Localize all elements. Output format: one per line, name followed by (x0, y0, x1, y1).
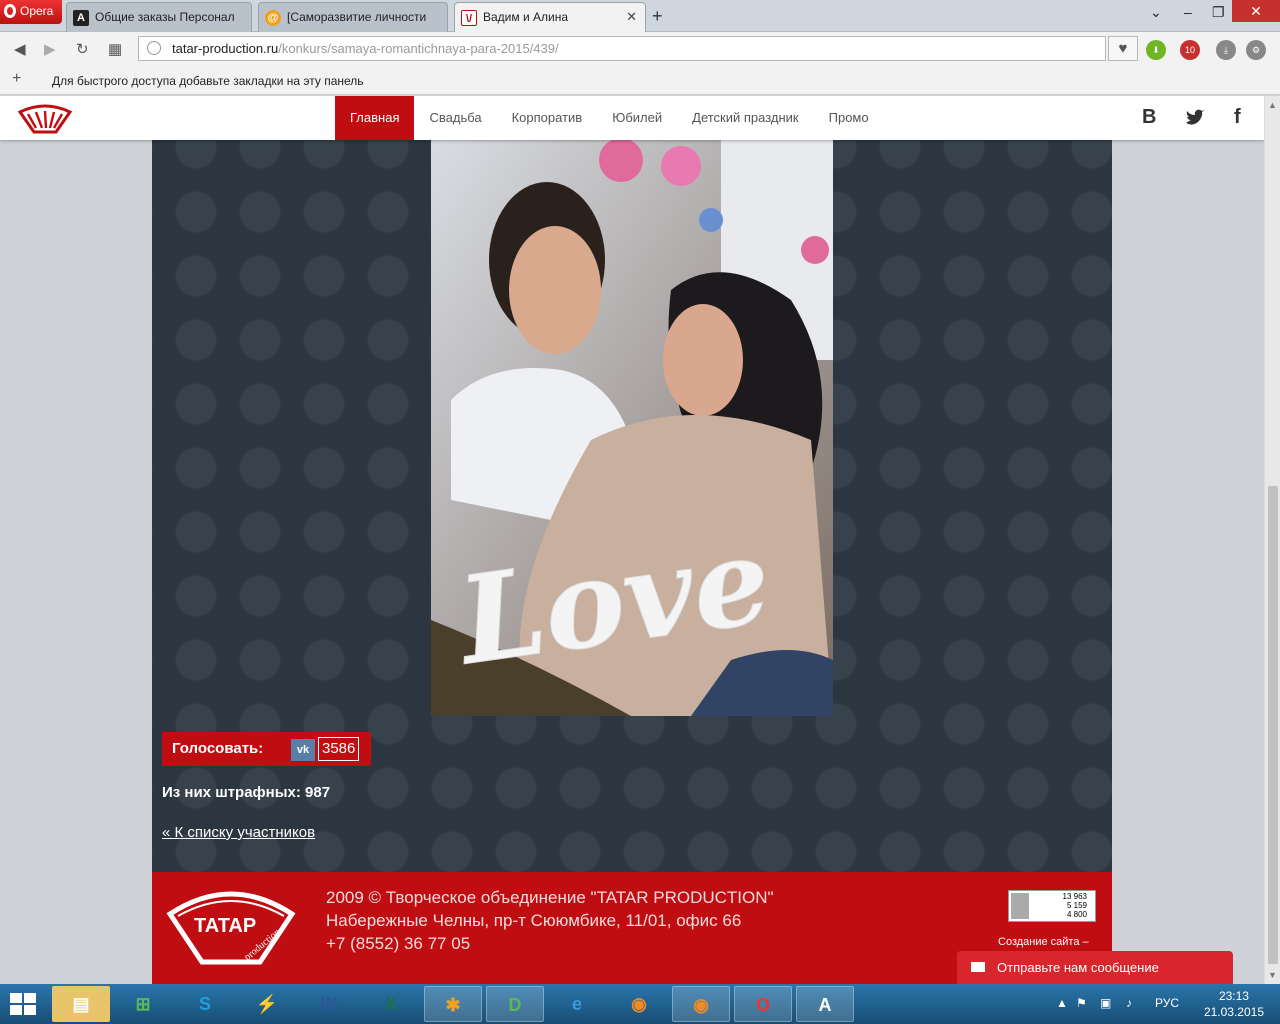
footer-logo[interactable]: TATAP production (164, 884, 298, 966)
footer-copyright: 2009 © Творческое объединение "TATAR PRO… (326, 888, 774, 907)
opera-menu-button[interactable]: Opera (0, 0, 62, 24)
close-tab-icon[interactable]: ✕ (626, 9, 637, 25)
vote-label: Голосовать: (172, 740, 264, 757)
vk-icon[interactable]: B (1142, 106, 1156, 129)
opera-taskbar-icon[interactable]: O (734, 986, 792, 1022)
app-a-icon[interactable]: A (796, 986, 854, 1022)
add-bookmark-icon[interactable]: + (12, 70, 21, 88)
opera-icon (4, 4, 16, 18)
send-message-label: Отправьте нам сообщение (997, 960, 1159, 975)
addons-icon[interactable]: ⚙ (1246, 40, 1266, 60)
scroll-up-icon[interactable]: ▲ (1268, 100, 1277, 110)
tab-favicon: A (73, 10, 89, 26)
penalty-votes: Из них штрафных: 987 (162, 784, 331, 801)
close-window-icon[interactable]: ✕ (1232, 0, 1280, 22)
tab-2[interactable]: @ [Саморазвитие личности (258, 2, 448, 32)
start-button[interactable] (10, 993, 38, 1017)
tab-favicon: \/ (461, 10, 477, 26)
adblock-icon[interactable]: 10 (1180, 40, 1200, 60)
word-icon[interactable]: W (300, 986, 358, 1022)
restore-icon[interactable]: ❐ (1212, 4, 1225, 21)
facebook-icon[interactable]: f (1234, 106, 1241, 129)
downloads-icon[interactable]: ⤓ (1216, 40, 1236, 60)
footer-phone: +7 (8552) 36 77 05 (326, 934, 471, 953)
new-tab-icon[interactable]: + (652, 6, 663, 27)
network-icon[interactable]: ▣ (1100, 996, 1111, 1010)
tab-active[interactable]: \/ Вадим и Алина ✕ (454, 2, 646, 32)
back-icon[interactable]: ◀ (14, 40, 26, 58)
avast-icon[interactable]: ✱ (424, 986, 482, 1022)
bookmarks-bar: + Для быстрого доступа добавьте закладки… (0, 66, 1280, 95)
counter-graph-icon (1011, 893, 1029, 919)
nav-corporate[interactable]: Корпоратив (497, 96, 598, 140)
scroll-thumb[interactable] (1268, 486, 1278, 964)
vote-box: Голосовать: vk 3586 (162, 732, 371, 766)
nav-jubilee[interactable]: Юбилей (597, 96, 677, 140)
windows-taskbar: ▤ ⊞ S ⚡ W X ✱ D e ◉ ◉ O A ▲ ⚑ ▣ ♪ РУС 23… (0, 984, 1280, 1024)
bookmarks-hint: Для быстрого доступа добавьте закладки н… (52, 74, 364, 88)
language-indicator[interactable]: РУС (1155, 996, 1179, 1010)
nav-promo[interactable]: Промо (814, 96, 884, 140)
tab-1[interactable]: A Общие заказы Персонал (66, 2, 252, 32)
nav-kids[interactable]: Детский праздник (677, 96, 813, 140)
reload-icon[interactable]: ↻ (76, 40, 89, 58)
back-to-list-link[interactable]: « К списку участников (162, 824, 315, 841)
site-info-icon[interactable] (147, 41, 161, 55)
envelope-icon (971, 962, 985, 972)
minimize-icon[interactable]: – (1184, 4, 1192, 20)
contest-panel: Love Голосовать: vk 3586 Из них штрафных… (152, 96, 1112, 872)
store-icon[interactable]: ⊞ (114, 986, 172, 1022)
tab-list-icon[interactable]: ⌄ (1150, 4, 1162, 21)
speed-app-icon[interactable]: ⚡ (238, 986, 296, 1022)
footer-address: Набережные Челны, пр-т Сююмбике, 11/01, … (326, 911, 742, 930)
volume-icon[interactable]: ♪ (1126, 996, 1132, 1010)
tab-title: Общие заказы Персонал (95, 10, 235, 24)
page-scrollbar[interactable]: ▲ ▼ (1264, 96, 1280, 984)
ie-icon[interactable]: e (548, 986, 606, 1022)
tatar-production-logo[interactable] (16, 102, 74, 134)
page-viewport: Главная Свадьба Корпоратив Юбилей Детски… (0, 96, 1264, 984)
send-message-widget[interactable]: Отправьте нам сообщение (957, 951, 1233, 984)
explorer-icon[interactable]: ▤ (52, 986, 110, 1022)
tab-favicon: @ (265, 10, 281, 26)
visit-counter[interactable]: 13 963 5 159 4 800 (1008, 890, 1096, 922)
download-extension-icon[interactable]: ⬇ (1146, 40, 1166, 60)
browser-tab-bar: Opera A Общие заказы Персонал @ [Самораз… (0, 0, 1280, 32)
site-header: Главная Свадьба Корпоратив Юбилей Детски… (0, 96, 1264, 140)
vote-count[interactable]: 3586 (318, 737, 360, 761)
bookmark-heart-icon[interactable]: ♥ (1108, 36, 1138, 61)
flag-icon[interactable]: ⚑ (1076, 996, 1087, 1010)
forward-icon[interactable]: ▶ (44, 40, 56, 58)
speed-dial-icon[interactable]: ▦ (108, 40, 122, 58)
svg-text:TATAP: TATAP (194, 915, 256, 937)
address-bar-row: ◀ ▶ ↻ ▦ tatar-production.ru/konkurs/sama… (0, 32, 1280, 66)
clock[interactable]: 23:13 21.03.2015 (1204, 988, 1264, 1020)
excel-icon[interactable]: X (362, 986, 420, 1022)
nav-home[interactable]: Главная (335, 96, 415, 140)
download-master-icon[interactable]: D (486, 986, 544, 1022)
tab-title: Вадим и Алина (483, 10, 569, 24)
skype-icon[interactable]: S (176, 986, 234, 1022)
firefox-icon[interactable]: ◉ (610, 986, 668, 1022)
scroll-down-icon[interactable]: ▼ (1268, 970, 1277, 980)
site-credit[interactable]: Создание сайта – (998, 936, 1089, 948)
nav-wedding[interactable]: Свадьба (414, 96, 496, 140)
couple-photo-image: Love (431, 140, 833, 716)
vk-vote-icon[interactable]: vk (291, 739, 315, 761)
url-field[interactable]: tatar-production.ru/konkurs/samaya-roman… (138, 36, 1106, 61)
main-menu: Главная Свадьба Корпоратив Юбилей Детски… (335, 96, 884, 140)
twitter-icon[interactable] (1185, 109, 1205, 127)
tray-arrow-icon[interactable]: ▲ (1056, 996, 1068, 1010)
tab-title: [Саморазвитие личности (287, 10, 427, 24)
firefox-2-icon[interactable]: ◉ (672, 986, 730, 1022)
couple-photo: Love (431, 140, 833, 716)
